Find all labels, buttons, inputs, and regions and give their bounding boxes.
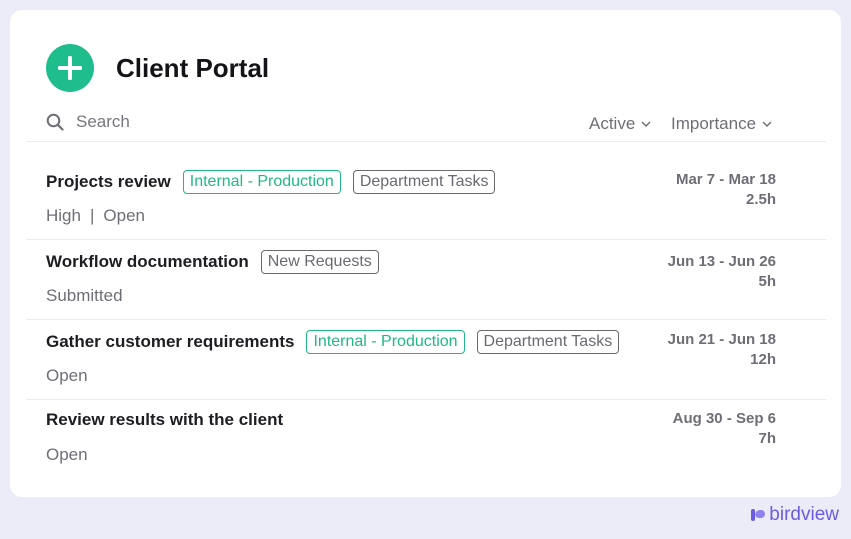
task-name: Projects review: [46, 172, 171, 191]
tag-new-requests[interactable]: New Requests: [260, 250, 379, 274]
task-dates: Aug 30 - Sep 6: [672, 410, 776, 427]
page-title: Client Portal: [116, 52, 270, 83]
tag-department-tasks[interactable]: Department Tasks: [476, 330, 620, 354]
tag-internal-production[interactable]: Internal - Production: [182, 170, 341, 194]
importance-filter-dropdown[interactable]: Importance: [671, 114, 772, 134]
plus-icon: [58, 56, 82, 80]
task-hours: 7h: [758, 430, 776, 447]
add-button[interactable]: [46, 44, 94, 92]
status-filter-dropdown[interactable]: Active: [589, 114, 651, 134]
client-portal-card: Client Portal Active Importance Projec: [10, 10, 841, 497]
task-hours: 12h: [750, 351, 776, 368]
tag-internal-production[interactable]: Internal - Production: [306, 330, 465, 354]
task-status: Open: [46, 445, 88, 464]
search-input[interactable]: [76, 112, 246, 132]
task-hours: 5h: [758, 273, 776, 290]
portal-header: Client Portal: [46, 44, 269, 92]
list-item[interactable]: Projects review Internal - Production De…: [26, 142, 826, 240]
task-status: Open: [103, 206, 145, 225]
task-dates: Jun 21 - Jun 18: [667, 331, 776, 348]
task-dates: Mar 7 - Mar 18: [675, 171, 776, 188]
task-name: Workflow documentation: [46, 252, 249, 271]
task-status: Submitted: [46, 286, 123, 305]
list-item[interactable]: Gather customer requirements Internal - …: [26, 320, 826, 400]
task-priority: High: [46, 206, 81, 225]
toolbar: Active Importance: [26, 108, 826, 142]
task-status: Open: [46, 366, 88, 385]
tag-department-tasks[interactable]: Department Tasks: [352, 170, 496, 194]
list-item[interactable]: Workflow documentation New Requests Subm…: [26, 240, 826, 320]
chevron-down-icon: [641, 121, 651, 127]
brand-name: birdview: [769, 504, 839, 525]
chevron-down-icon: [762, 121, 772, 127]
search-box[interactable]: [46, 112, 246, 132]
list-item[interactable]: Review results with the client Open Aug …: [26, 400, 826, 480]
importance-filter-label: Importance: [671, 114, 757, 133]
task-hours: 2.5h: [745, 191, 776, 208]
birdview-logo-icon: [751, 509, 766, 521]
brand-mark: birdview: [750, 504, 839, 526]
task-name: Review results with the client: [46, 410, 284, 429]
task-name: Gather customer requirements: [46, 332, 295, 351]
task-dates: Jun 13 - Jun 26: [667, 253, 776, 270]
status-filter-label: Active: [589, 114, 636, 133]
search-icon: [46, 113, 64, 131]
